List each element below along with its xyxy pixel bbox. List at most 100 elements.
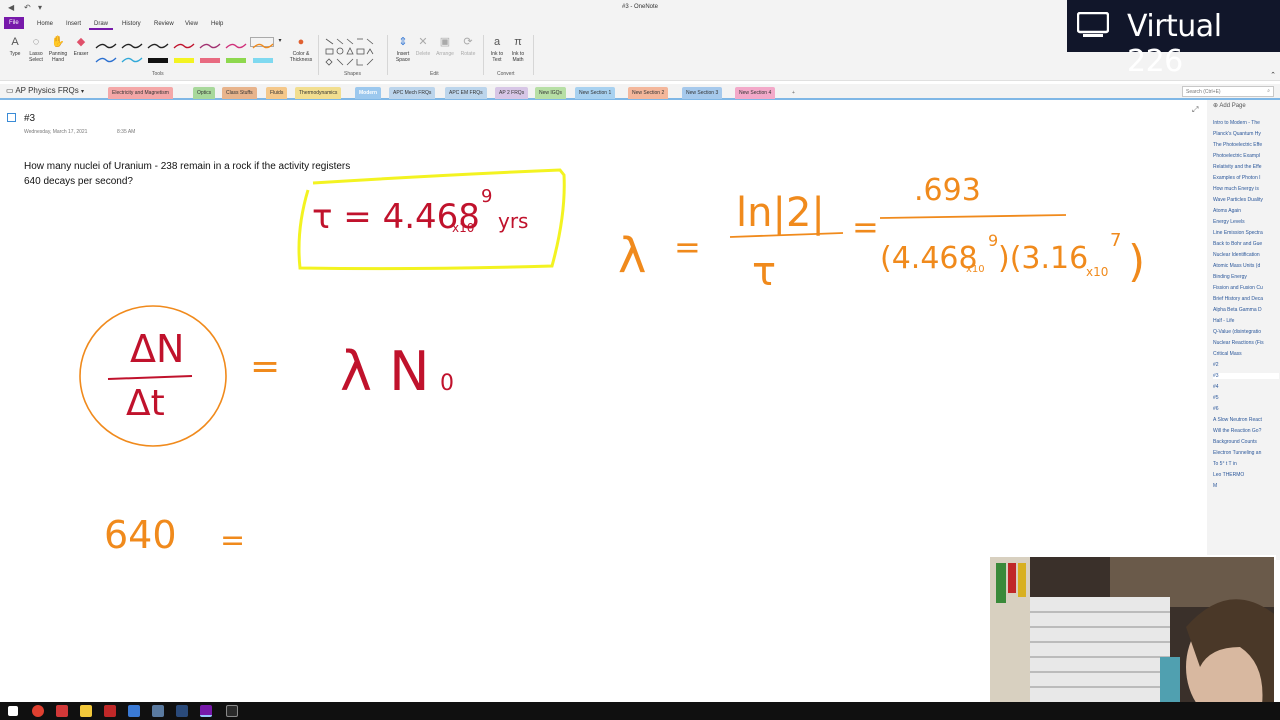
pen-red[interactable] [171, 37, 195, 49]
onenote-taskbar-icon[interactable] [200, 705, 212, 717]
page-list-item[interactable]: #6 [1213, 406, 1279, 412]
ink-to-text-tool[interactable]: a Ink to Text [486, 35, 508, 63]
page-list-item[interactable]: Background Counts [1213, 439, 1279, 445]
tab-home[interactable]: Home [32, 18, 58, 30]
section-tab[interactable]: Thermodynamics [295, 87, 342, 99]
color-thickness-tool[interactable]: ● Color & Thickness [287, 35, 315, 63]
tab-draw[interactable]: Draw [89, 18, 114, 30]
page-list-item[interactable]: #3 [1213, 373, 1279, 379]
pen-black-2[interactable] [119, 37, 143, 49]
page-list-item[interactable]: Atoms Again [1213, 208, 1279, 214]
rotate-tool[interactable]: ⟳ Rotate [457, 35, 479, 57]
add-section-button[interactable]: + [788, 87, 799, 99]
tab-help[interactable]: Help [206, 18, 228, 30]
ink-to-math-tool[interactable]: π Ink to Math [507, 35, 529, 63]
page-list-item[interactable]: Will the Reaction Go? [1213, 428, 1279, 434]
ink-n0-subscript: 0 [440, 371, 454, 396]
ink-denominator-b-x10: x10 [1086, 265, 1108, 279]
page-list-item[interactable]: How much Energy is [1213, 186, 1279, 192]
delete-tool[interactable]: ✕ Delete [413, 35, 433, 57]
start-icon[interactable] [8, 706, 18, 716]
section-tab[interactable]: Fluids [266, 87, 288, 99]
page-list-item[interactable]: Back to Bohr and Gue [1213, 241, 1279, 247]
section-tab[interactable]: AP 2 FRQs [495, 87, 529, 99]
search-input[interactable]: Search (Ctrl+E) ⌕ [1182, 86, 1274, 97]
page-list-item[interactable]: Brief History and Deca [1213, 296, 1279, 302]
section-tab[interactable]: New IGQs [535, 87, 567, 99]
brave-icon[interactable] [56, 705, 68, 717]
page-list-item[interactable]: Relativity and the Effe [1213, 164, 1279, 170]
page-list-item[interactable]: #5 [1213, 395, 1279, 401]
steam-icon[interactable] [176, 705, 188, 717]
page-list-item[interactable]: #2 [1213, 362, 1279, 368]
add-page-button[interactable]: ⊕ Add Page [1213, 102, 1246, 109]
tab-history[interactable]: History [117, 18, 146, 30]
page-list-item[interactable]: Wave Particles Duality [1213, 197, 1279, 203]
shapes-gallery[interactable] [323, 36, 383, 68]
obs-icon[interactable] [226, 705, 238, 717]
highlighter-pink[interactable] [197, 51, 221, 63]
pen-blue[interactable] [93, 51, 117, 63]
page-list-item[interactable]: Fission and Fusion Cu [1213, 285, 1279, 291]
page-list-item[interactable]: Line Emission Spectra [1213, 230, 1279, 236]
tab-review[interactable]: Review [149, 18, 179, 30]
page-list-item[interactable]: Leo THERMO [1213, 472, 1279, 478]
eraser-tool[interactable]: ◆ Eraser [70, 35, 92, 57]
page-list-item[interactable]: Examples of Photon I [1213, 175, 1279, 181]
page-list-item[interactable]: Nuclear Reactions (Fis [1213, 340, 1279, 346]
pen-magenta[interactable] [223, 37, 247, 49]
section-tab[interactable]: New Section 3 [682, 87, 723, 99]
tab-view[interactable]: View [180, 18, 203, 30]
section-tab[interactable]: New Section 2 [628, 87, 669, 99]
pen-orange[interactable] [250, 37, 274, 49]
page-list-item[interactable]: M [1213, 483, 1279, 489]
section-tab[interactable]: APC EM FRQs [445, 87, 487, 99]
notebook-selector[interactable]: ▭ AP Physics FRQs ▾ [6, 86, 84, 95]
page-list-item[interactable]: Energy Levels [1213, 219, 1279, 225]
app-icon[interactable] [104, 705, 116, 717]
app-icon[interactable] [128, 705, 140, 717]
ink-numerator: .693 [914, 173, 981, 208]
page-list-item[interactable]: Half - Life [1213, 318, 1279, 324]
page-list-item[interactable]: Electron Tunneling an [1213, 450, 1279, 456]
panning-hand-tool[interactable]: ✋ Panning Hand [44, 35, 72, 63]
pen-purple[interactable] [197, 37, 221, 49]
section-tab[interactable]: New Section 1 [575, 87, 616, 99]
page-list-item[interactable]: Q-Value (disintegratio [1213, 329, 1279, 335]
highlighter-aqua[interactable] [250, 51, 274, 63]
section-tab[interactable]: Class Stuffs [222, 87, 257, 99]
section-tab[interactable]: New Section 4 [735, 87, 776, 99]
section-tab[interactable]: Electricity and Magnetism [108, 87, 173, 99]
page-list-item[interactable]: Planck's Quantum Hy [1213, 131, 1279, 137]
section-tab[interactable]: APC Mech FRQs [389, 87, 436, 99]
app-icon[interactable] [152, 705, 164, 717]
ink-delta-t: Δt [126, 383, 165, 424]
file-explorer-icon[interactable] [80, 705, 92, 717]
page-list-item[interactable]: #4 [1213, 384, 1279, 390]
pens-more-icon[interactable]: ▾ [276, 37, 284, 44]
page-list-item[interactable]: Binding Energy [1213, 274, 1279, 280]
tab-file[interactable]: File [4, 17, 24, 29]
tab-insert[interactable]: Insert [61, 18, 86, 30]
arrange-tool[interactable]: ▣ Arrange [433, 35, 457, 57]
highlighter-yellow[interactable] [171, 51, 195, 63]
pen-black-1[interactable] [93, 37, 117, 49]
page-list-item[interactable]: A Slow Neutron React [1213, 417, 1279, 423]
highlighter-black[interactable] [145, 51, 169, 63]
pen-black-3[interactable] [145, 37, 169, 49]
chrome-icon[interactable] [32, 705, 44, 717]
section-tab-active[interactable]: Modern [355, 87, 382, 99]
pen-cyan[interactable] [119, 51, 143, 63]
page-list-item[interactable]: The Photoelectric Effe [1213, 142, 1279, 148]
highlighter-green[interactable] [223, 51, 247, 63]
page-list-item[interactable]: Critical Mass [1213, 351, 1279, 357]
eraser-icon: ◆ [76, 36, 86, 48]
page-list-item[interactable]: Alpha Beta Gamma D [1213, 307, 1279, 313]
page-list-item[interactable]: Nuclear Identification [1213, 252, 1279, 258]
page-list-item[interactable]: To 5° t T in [1213, 461, 1279, 467]
page-list-item[interactable]: Photoelectric Exampl [1213, 153, 1279, 159]
insert-space-tool[interactable]: ⇕ Insert Space [392, 35, 414, 63]
page-list-item[interactable]: Intro to Modern - The [1213, 120, 1279, 126]
section-tab[interactable]: Optics [193, 87, 216, 99]
page-list-item[interactable]: Atomic Mass Units (d [1213, 263, 1279, 269]
